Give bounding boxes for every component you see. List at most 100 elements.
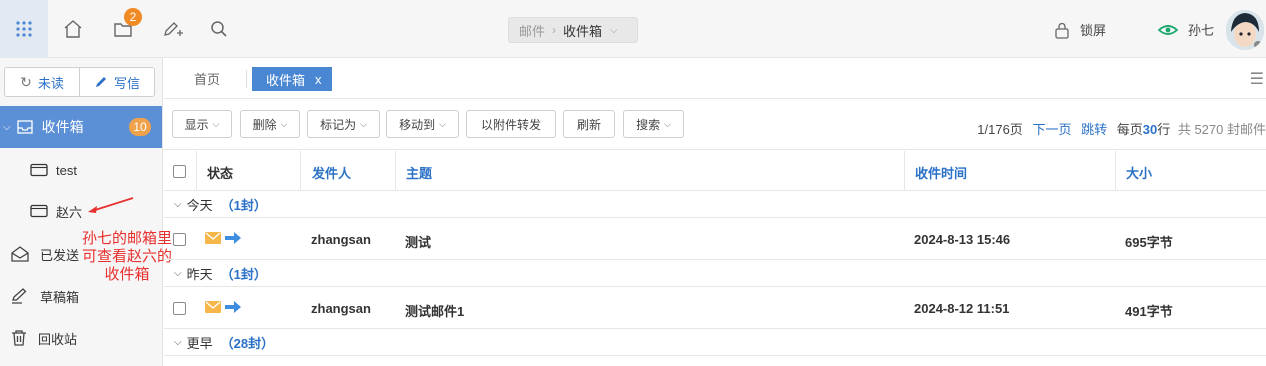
sidebar-item-test[interactable]: test <box>0 150 162 190</box>
select-all-checkbox[interactable] <box>173 165 186 178</box>
forward-as-attachment-button[interactable]: 以附件转发 <box>466 110 556 138</box>
row-checkbox[interactable] <box>173 233 186 246</box>
total-count: 共 5270 封邮件 <box>1177 122 1266 137</box>
column-divider <box>904 151 905 191</box>
sidebar-item-label: 收件箱 <box>41 119 84 135</box>
annotation-line: 收件箱 <box>104 266 150 283</box>
column-sender[interactable]: 发件人 <box>312 163 351 182</box>
pencil-icon <box>95 77 106 87</box>
avatar[interactable] <box>1226 10 1264 50</box>
move-to-dropdown[interactable]: 移动到 ⌵ <box>386 110 459 138</box>
tab-home[interactable]: 首页 <box>194 69 220 88</box>
hamburger-menu-icon[interactable]: ☰ <box>1250 69 1264 89</box>
column-received-time[interactable]: 收件时间 <box>915 163 967 182</box>
sidebar-item-label: test <box>56 162 77 178</box>
annotation-arrow <box>88 197 134 213</box>
column-subject[interactable]: 主题 <box>406 163 432 182</box>
home-icon <box>64 20 82 38</box>
table-row[interactable]: zhangsan 测试 2024-8-13 15:46 695字节 <box>164 218 1266 260</box>
group-header-today[interactable]: ⌵ 今天 （1封） <box>164 192 1266 218</box>
show-label: 显示 <box>184 117 209 132</box>
user-menu[interactable]: 孙七 <box>1158 20 1214 39</box>
status-icons <box>205 301 241 313</box>
chevron-down-icon: ⌵ <box>174 199 182 210</box>
compose-label: 写信 <box>113 75 140 91</box>
mark-as-dropdown[interactable]: 标记为 ⌵ <box>307 110 380 138</box>
sidebar-item-trash[interactable]: 回收站 <box>0 318 162 358</box>
delete-dropdown[interactable]: 删除 ⌵ <box>240 110 300 138</box>
messages-button[interactable]: 2 <box>108 8 142 44</box>
tab-label: 收件箱 <box>266 72 306 88</box>
tab-bar: 首页 收件箱 x ☰ <box>164 59 1266 99</box>
group-label: 昨天 <box>186 267 213 282</box>
column-status: 状态 <box>207 166 234 181</box>
lock-screen-button[interactable]: 锁屏 <box>1054 20 1106 39</box>
sidebar-item-label: 回收站 <box>38 331 78 347</box>
next-page-link[interactable]: 下一页 <box>1032 122 1071 137</box>
row-size: 491字节 <box>1125 304 1173 319</box>
envelope-icon <box>205 301 221 313</box>
group-header-earlier[interactable]: ⌵ 更早 （28封） <box>164 330 1266 356</box>
inbox-icon <box>16 120 33 134</box>
chevron-down-icon: ⌵ <box>212 118 220 129</box>
compose-new-button[interactable] <box>158 14 188 44</box>
sidebar-item-inbox[interactable]: ⌵ 收件箱 10 <box>0 106 162 148</box>
row-size: 695字节 <box>1125 235 1173 250</box>
avatar-image <box>1226 10 1264 50</box>
chevron-down-icon: ⌵ <box>174 337 182 348</box>
apps-grid-button[interactable] <box>0 0 48 58</box>
chevron-down-icon: ⌵ <box>610 24 618 36</box>
pen-plus-icon <box>164 22 183 36</box>
group-count: （1封） <box>220 198 267 213</box>
trash-icon <box>10 329 28 347</box>
unread-button[interactable]: ↻ 未读 <box>5 68 80 96</box>
breadcrumb[interactable]: 邮件 › 收件箱 ⌵ <box>508 17 638 43</box>
search-label: 搜索 <box>636 117 661 132</box>
row-time: 2024-8-12 11:51 <box>914 301 1010 316</box>
sidebar-item-label: 赵六 <box>56 204 83 220</box>
forwarded-arrow-icon <box>225 232 241 244</box>
quick-actions: ↻ 未读 写信 <box>4 67 155 97</box>
user-name: 孙七 <box>1188 23 1215 38</box>
group-label: 今天 <box>186 198 213 213</box>
sidebar-item-zhaoliu[interactable]: 赵六 <box>0 191 162 231</box>
group-count: （1封） <box>220 267 267 282</box>
row-subject[interactable]: 测试 <box>405 232 431 251</box>
tab-inbox[interactable]: 收件箱 x <box>252 67 332 91</box>
search-button[interactable] <box>204 14 234 44</box>
search-dropdown[interactable]: 搜索 ⌵ <box>623 110 684 138</box>
annotation-line: 可查看赵六的 <box>81 248 172 265</box>
chevron-down-icon: ⌵ <box>3 121 11 133</box>
home-button[interactable] <box>58 14 88 44</box>
status-icons <box>205 232 241 244</box>
row-checkbox[interactable] <box>173 302 186 315</box>
envelope-icon <box>205 232 221 244</box>
delete-label: 删除 <box>252 117 277 132</box>
per-page-value[interactable]: 30 <box>1143 122 1157 137</box>
mark-as-label: 标记为 <box>320 117 357 132</box>
close-icon[interactable]: x <box>315 72 322 87</box>
search-icon <box>211 21 227 37</box>
folder-icon <box>30 204 48 218</box>
show-dropdown[interactable]: 显示 ⌵ <box>172 110 232 138</box>
column-size[interactable]: 大小 <box>1126 163 1152 182</box>
per-page-suffix: 行 <box>1157 122 1171 137</box>
compose-button[interactable]: 写信 <box>80 68 154 96</box>
forward-attach-label: 以附件转发 <box>480 117 541 132</box>
top-bar: 2 邮件 › 收件箱 ⌵ 锁屏 孙七 <box>0 0 1266 58</box>
notification-badge: 2 <box>124 8 142 26</box>
column-divider <box>395 151 396 191</box>
refresh-button[interactable]: 刷新 <box>563 110 615 138</box>
row-subject[interactable]: 测试邮件1 <box>405 301 464 320</box>
folder-icon <box>30 163 48 177</box>
table-row[interactable]: zhangsan 测试邮件1 2024-8-12 11:51 491字节 <box>164 287 1266 329</box>
per-page-prefix: 每页 <box>1116 122 1143 137</box>
table-header: 状态 发件人 主题 收件时间 大小 <box>164 151 1266 191</box>
jump-link[interactable]: 跳转 <box>1081 122 1107 137</box>
group-header-yesterday[interactable]: ⌵ 昨天 （1封） <box>164 261 1266 287</box>
forwarded-arrow-icon <box>225 301 241 313</box>
pagination: 1/176页 下一页 跳转 每页30行 共 5270 封邮件 <box>977 119 1266 138</box>
column-divider <box>300 151 301 191</box>
page-info: 1/176页 <box>977 122 1023 137</box>
column-divider <box>196 151 197 191</box>
